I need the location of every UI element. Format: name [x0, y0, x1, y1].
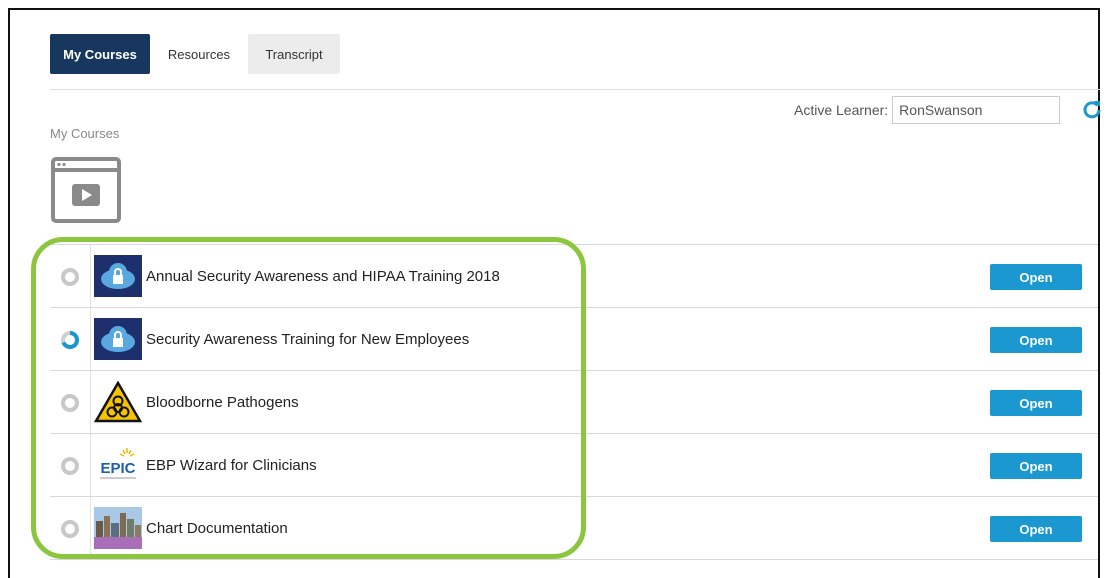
tab-transcript[interactable]: Transcript: [248, 34, 340, 74]
course-title[interactable]: Security Awareness Training for New Empl…: [146, 308, 469, 370]
epic-logo: EPIC: [94, 444, 142, 486]
status-not-started-icon: [61, 394, 79, 412]
tab-resources[interactable]: Resources: [150, 34, 248, 74]
course-row: Annual Security Awareness and HIPAA Trai…: [50, 244, 1098, 307]
status-in-progress-icon: [61, 330, 80, 349]
course-row: Security Awareness Training for New Empl…: [50, 307, 1098, 370]
active-learner-label: Active Learner:: [794, 102, 889, 118]
open-button[interactable]: Open: [990, 516, 1082, 542]
course-title[interactable]: Bloodborne Pathogens: [146, 371, 299, 433]
biohazard-icon: [94, 381, 142, 423]
cloud-lock-icon: [94, 255, 142, 297]
active-learner-input[interactable]: [892, 96, 1061, 124]
course-row: Chart Documentation Open: [50, 496, 1098, 560]
section-title: My Courses: [50, 126, 120, 141]
status-not-started-icon: [61, 268, 79, 286]
tab-my-courses[interactable]: My Courses: [50, 34, 150, 74]
course-list: Annual Security Awareness and HIPAA Trai…: [50, 244, 1098, 560]
course-title[interactable]: EBP Wizard for Clinicians: [146, 434, 317, 496]
open-button[interactable]: Open: [990, 390, 1082, 416]
tab-bar: My Courses Resources Transcript: [50, 34, 340, 74]
course-title[interactable]: Annual Security Awareness and HIPAA Trai…: [146, 245, 500, 307]
active-learner: Active Learner:: [794, 96, 1061, 124]
course-video-icon: [51, 157, 121, 223]
status-not-started-icon: [61, 520, 79, 538]
cloud-lock-icon: [94, 318, 142, 360]
refresh-icon[interactable]: [1082, 99, 1102, 119]
open-button[interactable]: Open: [990, 264, 1082, 290]
svg-text:EPIC: EPIC: [100, 460, 135, 477]
tabs-divider: [50, 89, 1100, 90]
course-row: Bloodborne Pathogens Open: [50, 370, 1098, 433]
open-button[interactable]: Open: [990, 327, 1082, 353]
cityscape-thumbnail: [94, 507, 142, 549]
status-not-started-icon: [61, 457, 79, 475]
course-title[interactable]: Chart Documentation: [146, 497, 288, 559]
open-button[interactable]: Open: [990, 453, 1082, 479]
course-row: EPIC EBP Wizard for Clinicians Open: [50, 433, 1098, 496]
